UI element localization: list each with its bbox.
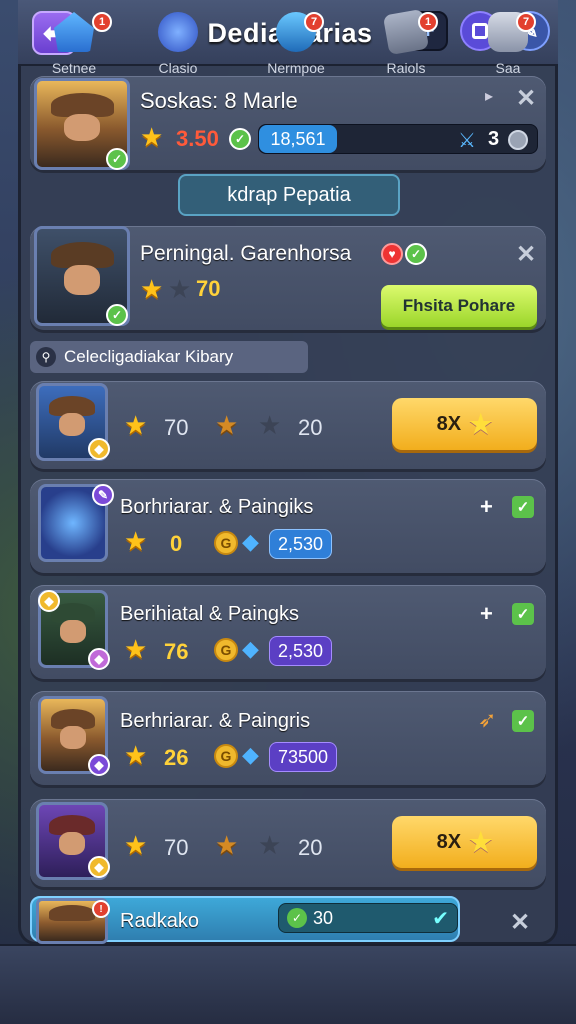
stars-value: 0 <box>170 531 183 556</box>
tab-label: Clasio <box>158 60 198 76</box>
info-icon[interactable]: ▸ <box>485 86 493 106</box>
stars-value: 76 <box>164 639 189 664</box>
red-badge-icon: ! <box>92 900 110 918</box>
tab-setnee[interactable]: 1 Setnee <box>24 6 124 78</box>
star-icon: ★ <box>469 408 493 439</box>
bronze-star-icon: ★ <box>215 830 239 860</box>
star-icon: ★ <box>140 122 164 152</box>
star-empty-icon: ★ <box>258 410 282 440</box>
close-icon[interactable]: ✕ <box>516 84 536 113</box>
hero-name: Borhriarar. & Paingiks <box>120 496 314 518</box>
section-label: ⚲ Celecligadiakar Kibary <box>30 341 308 373</box>
star-icon: ★ <box>124 740 148 770</box>
star-icon: ★ <box>140 274 164 304</box>
multiplier-button[interactable]: 8X ★ <box>392 816 537 868</box>
star-icon: ★ <box>124 830 148 860</box>
chip-value: 30 <box>313 907 334 928</box>
tab-label: Raiols <box>386 60 426 76</box>
hero-name: Perningal. Garenhorsa <box>140 242 352 265</box>
close-icon[interactable]: ✕ <box>516 240 536 269</box>
coin-icon: G <box>214 744 238 768</box>
multiplier-button[interactable]: 8X ★ <box>392 398 537 450</box>
notification-badge: 7 <box>304 12 324 32</box>
plus-icon[interactable]: + <box>480 494 493 520</box>
stars-value-2: 20 <box>298 415 323 440</box>
coin-badge-icon: ◆ <box>38 590 60 612</box>
star-icon: ★ <box>124 634 148 664</box>
heart-icon: ♥ <box>381 243 403 265</box>
hero-stars-value: 70 <box>196 276 221 301</box>
tab-raiols[interactable]: 1 Raiols <box>356 6 456 78</box>
hero-name: Radkako <box>120 910 199 932</box>
stars-value: 70 <box>164 835 189 860</box>
green-check-icon: ✓ <box>287 908 307 928</box>
checkbox-checked[interactable]: ✓ <box>512 710 534 732</box>
hero-name: Soskas: 8 Marle <box>140 88 298 113</box>
stars-value-2: 20 <box>298 835 323 860</box>
coin-icon: G <box>214 531 238 555</box>
item-count: 3 <box>488 128 500 150</box>
house-icon <box>54 12 94 52</box>
gem-badge-icon: ◆ <box>88 648 110 670</box>
notification-badge: 7 <box>516 12 536 32</box>
star-empty-icon: ★ <box>168 274 192 304</box>
arrow-icon[interactable]: ➶ <box>478 707 496 733</box>
verified-check-icon: ✓ <box>106 304 128 326</box>
gold-badge-icon: ◆ <box>88 856 110 878</box>
notification-badge: 1 <box>418 12 438 32</box>
hero-name: Berhriarar. & Paingris <box>120 710 311 732</box>
stars-value: 26 <box>164 745 189 770</box>
notification-badge: 1 <box>92 12 112 32</box>
confirm-action-button[interactable]: Fhsita Pohare <box>381 285 537 327</box>
gem-icon: ◆ <box>242 636 259 661</box>
green-check-icon: ✓ <box>405 243 427 265</box>
tab-nermpoe[interactable]: 7 Nermpoe <box>246 6 346 78</box>
gem-icon: ◆ <box>242 742 259 767</box>
star-badge-icon <box>158 12 198 52</box>
gold-badge-icon: ◆ <box>88 438 110 460</box>
section-tab-button[interactable]: kdrap Pepatia <box>178 174 400 216</box>
verified-check-icon: ✓ <box>106 148 128 170</box>
star-empty-icon: ★ <box>258 830 282 860</box>
purple-badge-icon: ✎ <box>92 484 114 506</box>
search-icon: ⚲ <box>36 347 56 367</box>
shield-icon <box>508 130 528 150</box>
gem-badge-icon: ◆ <box>88 754 110 776</box>
sword-icon: ⚔ <box>458 130 476 152</box>
bronze-star-icon: ★ <box>215 410 239 440</box>
progress-value: 18,561 <box>270 128 326 149</box>
gem-amount: 73500 <box>269 742 338 772</box>
check-coin-icon: ✓ <box>229 128 251 150</box>
gem-amount: 2,530 <box>269 529 333 559</box>
star-icon: ★ <box>469 826 493 857</box>
checkmark-icon: ✔ <box>432 907 449 930</box>
tab-label: Saa <box>495 60 521 76</box>
star-icon: ★ <box>124 410 148 440</box>
checkbox-checked[interactable]: ✓ <box>512 496 534 518</box>
hero-name: Berihiatal & Paingks <box>120 603 299 625</box>
tab-label: Nermpoe <box>267 60 325 76</box>
section-label-text: Celecligadiakar Kibary <box>64 347 234 366</box>
tab-label: Setnee <box>51 60 97 76</box>
gem-icon: ◆ <box>242 529 259 554</box>
tab-clasio[interactable]: Clasio <box>128 6 228 78</box>
value-chip: ✓ 30 ✔ <box>278 903 458 933</box>
checkbox-checked[interactable]: ✓ <box>512 603 534 625</box>
plus-icon[interactable]: + <box>480 601 493 627</box>
hero-rating: 3.50 <box>176 126 219 151</box>
star-icon: ★ <box>124 526 148 556</box>
close-icon[interactable]: ✕ <box>510 908 530 937</box>
tab-saa[interactable]: 7 Saa <box>458 6 558 78</box>
bottom-nav <box>0 944 576 1024</box>
gem-amount: 2,530 <box>269 636 333 666</box>
stars-value: 70 <box>164 415 189 440</box>
coin-icon: G <box>214 638 238 662</box>
